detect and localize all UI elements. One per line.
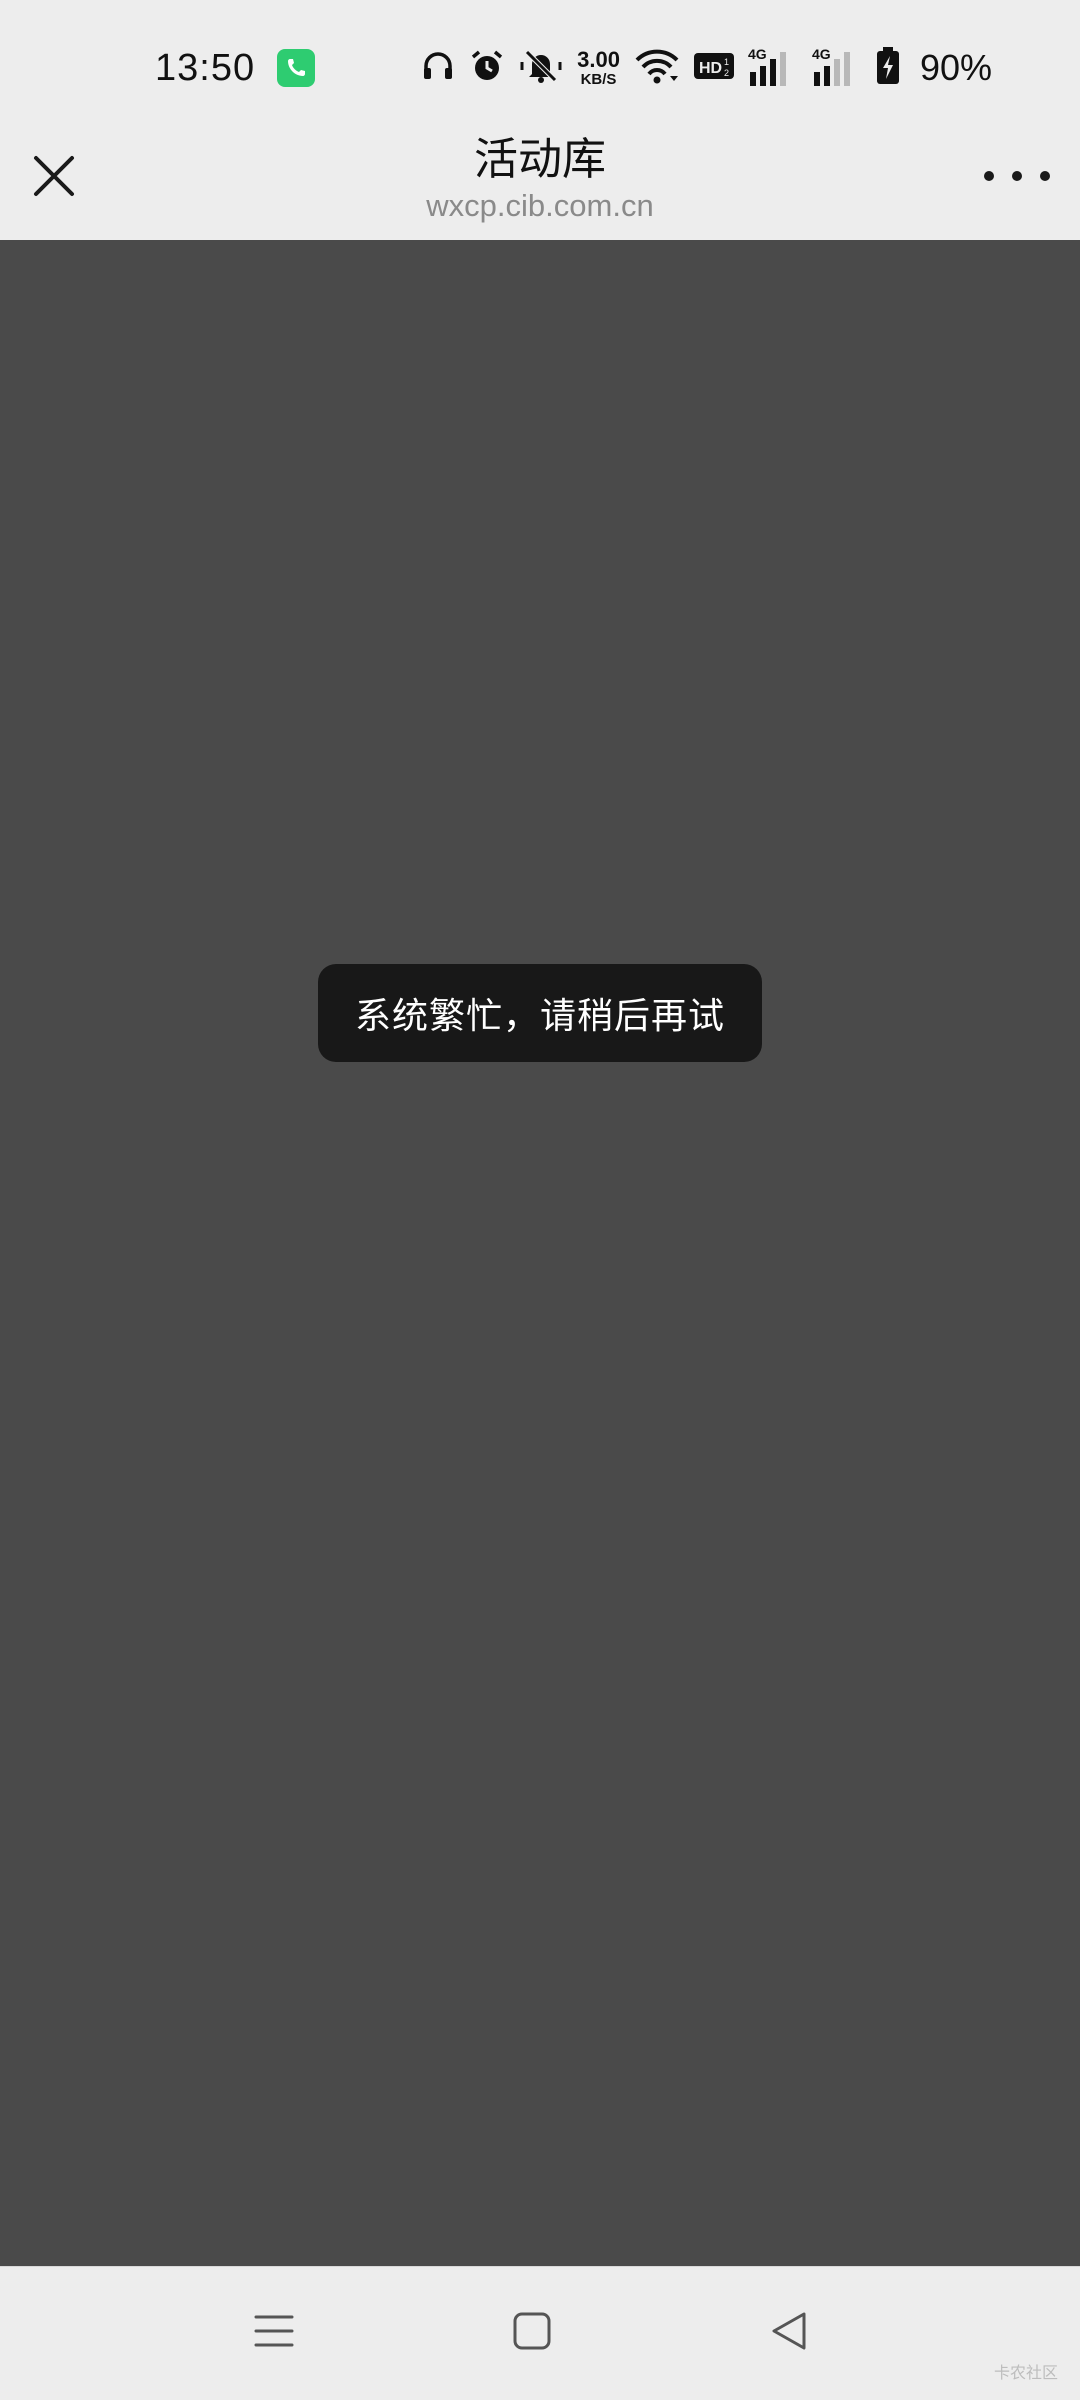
muted-bell-icon [519,48,563,88]
page-title: 活动库 [474,134,606,185]
net-speed: 3.00 KB/S [577,47,620,88]
svg-text:HD: HD [699,60,722,77]
status-time: 13:50 [155,47,256,89]
signal-icon-2: 4G [812,46,862,86]
more-icon-dot [1040,171,1050,181]
title-bar: 活动库 wxcp.cib.com.cn [0,130,1080,241]
svg-text:2: 2 [724,68,729,78]
battery-percent: 90% [919,47,992,88]
more-icon [984,171,994,181]
more-icon-dot [1012,171,1022,181]
svg-text:1: 1 [724,57,729,67]
network-label-1: 4G [747,46,767,62]
status-bar: 13:50 3.00 KB/S HD 1 2 4G 4G 90% [0,0,1080,130]
wifi-icon [634,48,680,88]
back-icon [768,2309,812,2357]
more-button[interactable] [984,158,1050,194]
home-button[interactable] [502,2303,562,2363]
toast-message: 系统繁忙，请稍后再试 [318,964,762,1062]
phone-call-icon [277,49,315,87]
alarm-icon [469,48,505,88]
menu-button[interactable] [244,2303,304,2363]
back-button[interactable] [760,2303,820,2363]
headphones-icon [421,49,455,87]
net-speed-value: 3.00 [577,47,620,72]
network-label-2: 4G [811,46,831,62]
home-icon [512,2311,552,2355]
hd-icon: HD 1 2 [693,51,734,85]
page-url: wxcp.cib.com.cn [426,188,654,223]
watermark: 卡农社区 [993,2363,1058,2382]
status-icons: 3.00 KB/S HD 1 2 4G 4G 90% [421,40,992,96]
signal-icon: 4G [748,46,798,86]
menu-icon [252,2309,296,2357]
screen: 13:50 3.00 KB/S HD 1 2 4G 4G 90% 活动库 wxc… [0,0,1080,2400]
net-speed-unit: KB/S [580,71,617,88]
battery-charging-icon [876,47,900,89]
webview-content [0,240,1080,2266]
system-nav-bar: 卡农社区 [0,2266,1080,2400]
